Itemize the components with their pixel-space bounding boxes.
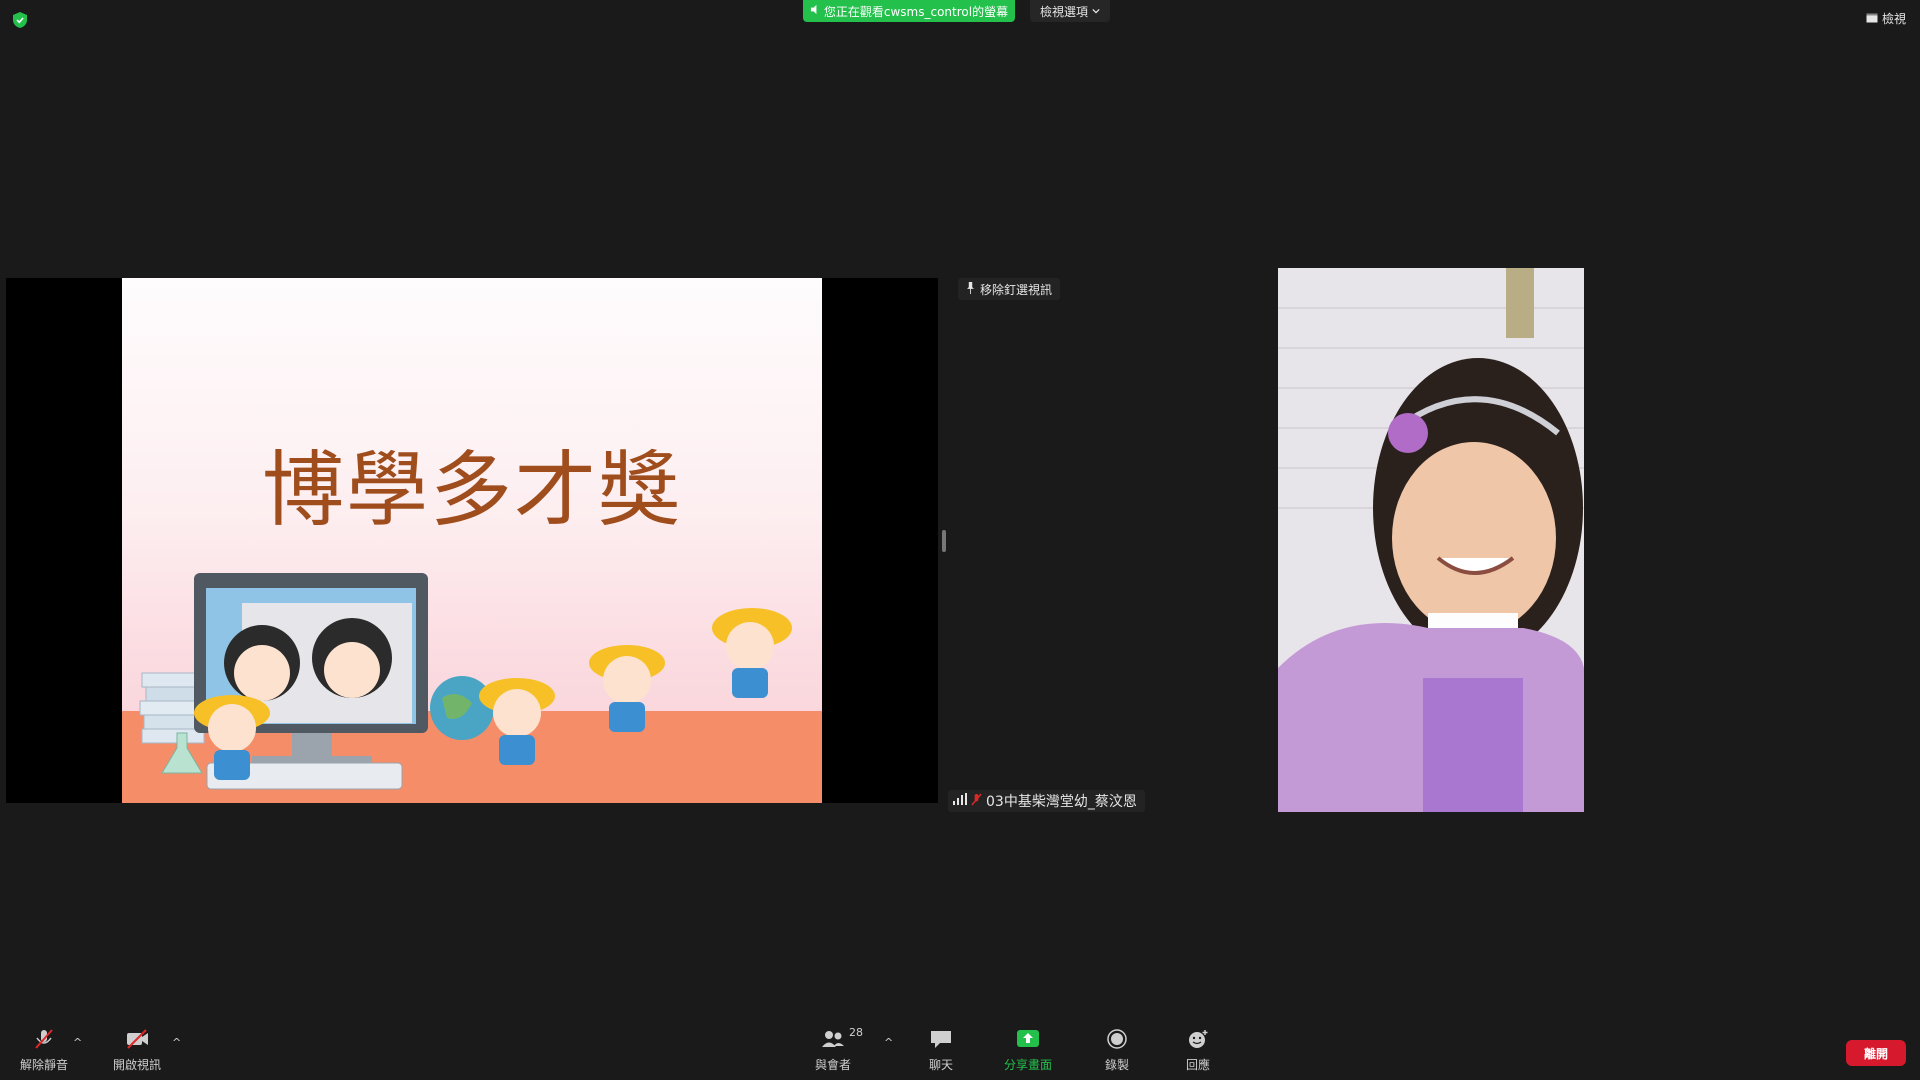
shared-screen[interactable]: 博學多才獎 xyxy=(6,278,938,803)
share-screen-icon xyxy=(1015,1028,1041,1053)
chat-button[interactable]: 聊天 xyxy=(928,1028,954,1073)
view-options-button[interactable]: 檢視選項 xyxy=(1030,0,1110,22)
participant-name: 03中基柴灣堂幼_蔡汶恩 xyxy=(986,794,1137,810)
record-button[interactable]: 錄製 xyxy=(1104,1028,1130,1073)
slide-illustration xyxy=(122,573,822,803)
video-options-caret[interactable]: ^ xyxy=(172,1036,181,1049)
share-screen-label: 分享畫面 xyxy=(1004,1058,1053,1072)
unmute-button[interactable]: 解除靜音 xyxy=(20,1028,68,1073)
share-banner[interactable]: 您正在觀看cwsms_control的螢幕 xyxy=(803,0,1015,22)
view-mode-label: 檢視 xyxy=(1881,12,1906,26)
meeting-toolbar: 解除靜音 ^ 開啟視訊 ^ 28 與會者 ^ 聊天 分享畫面 錄製 回應 離開 xyxy=(0,1000,1920,1080)
mic-muted-icon xyxy=(971,793,982,810)
shield-icon[interactable] xyxy=(12,11,28,29)
speaker-icon xyxy=(810,4,821,18)
pin-icon xyxy=(966,281,975,297)
chevron-down-icon xyxy=(1092,4,1100,18)
video-muted-icon xyxy=(124,1028,150,1053)
participants-label: 與會者 xyxy=(815,1058,852,1072)
unpin-video-tag[interactable]: 移除釘選視訊 xyxy=(958,278,1061,300)
participants-count: 28 xyxy=(849,1026,863,1039)
record-icon xyxy=(1104,1028,1130,1053)
share-screen-button[interactable]: 分享畫面 xyxy=(1004,1028,1052,1073)
chat-label: 聊天 xyxy=(928,1058,953,1072)
start-video-label: 開啟視訊 xyxy=(113,1058,162,1072)
reactions-icon xyxy=(1185,1028,1211,1053)
participants-icon xyxy=(820,1028,846,1053)
participant-video-frame xyxy=(1278,268,1584,812)
audio-options-caret[interactable]: ^ xyxy=(73,1036,82,1049)
view-icon xyxy=(1866,12,1878,26)
presentation-slide: 博學多才獎 xyxy=(122,278,822,803)
participants-button[interactable]: 28 與會者 xyxy=(815,1026,863,1073)
signal-icon xyxy=(953,793,967,809)
unpin-label: 移除釘選視訊 xyxy=(980,282,1053,297)
layout-splitter[interactable] xyxy=(942,530,946,552)
share-banner-text: 您正在觀看cwsms_control的螢幕 xyxy=(823,4,1009,19)
chat-icon xyxy=(928,1028,954,1053)
reactions-label: 回應 xyxy=(1185,1058,1210,1072)
record-label: 錄製 xyxy=(1104,1058,1129,1072)
reactions-button[interactable]: 回應 xyxy=(1185,1028,1211,1073)
slide-title: 博學多才獎 xyxy=(261,443,682,538)
view-mode-button[interactable]: 檢視 xyxy=(1866,10,1906,27)
view-options-label: 檢視選項 xyxy=(1039,4,1088,19)
leave-button[interactable]: 離開 xyxy=(1846,1040,1906,1066)
participant-name-tag: 03中基柴灣堂幼_蔡汶恩 xyxy=(948,790,1145,812)
unmute-label: 解除靜音 xyxy=(20,1058,69,1072)
start-video-button[interactable]: 開啟視訊 xyxy=(113,1028,161,1073)
participant-video[interactable] xyxy=(1278,268,1584,812)
participants-options-caret[interactable]: ^ xyxy=(884,1036,893,1049)
mic-muted-icon xyxy=(31,1028,57,1053)
